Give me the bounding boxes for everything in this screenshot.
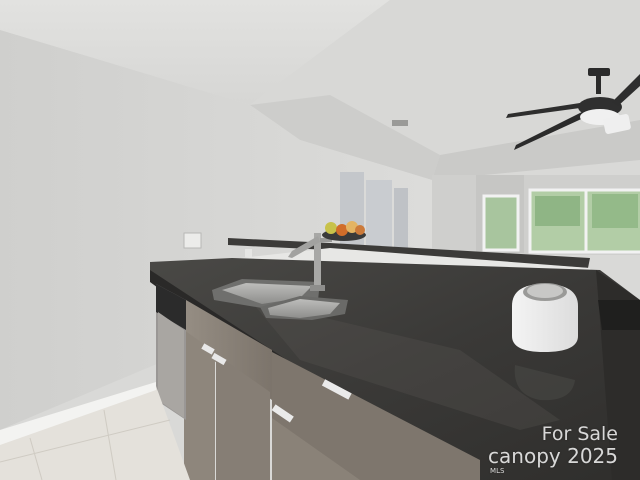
watermark-line2: canopy 2025 <box>488 444 618 468</box>
watermark-line1: For Sale <box>541 423 618 445</box>
photo-scene <box>0 0 640 480</box>
kitchen-photo: For Sale canopy 2025 MLS <box>0 0 640 480</box>
light-switch <box>183 232 202 249</box>
wall-outlet-small <box>245 249 252 257</box>
watermark-mls: MLS <box>490 467 505 475</box>
electric-kettle <box>512 283 578 401</box>
air-vent <box>392 120 408 126</box>
windows <box>482 188 640 254</box>
watermark: For Sale canopy 2025 MLS <box>488 423 618 475</box>
